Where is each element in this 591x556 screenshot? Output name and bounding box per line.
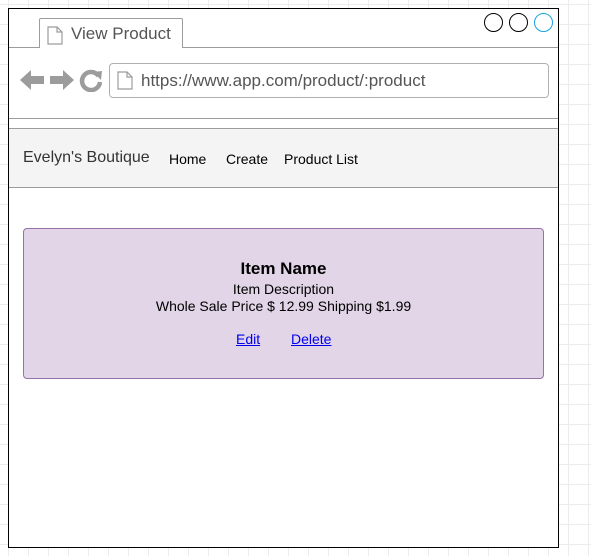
forward-arrow-icon[interactable] [49,68,75,97]
tab-baseline [9,47,39,48]
tab-title: View Product [71,24,171,43]
page-icon [117,71,133,95]
nav-link-home[interactable]: Home [169,151,206,167]
tab-baseline [183,47,558,48]
reload-icon[interactable] [79,68,103,97]
product-price: Whole Sale Price $ 12.99 Shipping $1.99 [155,298,412,314]
product-name: Item Name [240,259,327,278]
nav-link-create[interactable]: Create [226,151,268,167]
back-arrow-icon[interactable] [19,68,45,97]
product-description: Item Description [232,281,335,297]
edit-link[interactable]: Edit [236,331,260,347]
brand-name[interactable]: Evelyn's Boutique [23,149,150,167]
url-text[interactable]: https://www.app.com/product/:product [141,71,425,91]
site-navbar: Evelyn's Boutique Home Create Product Li… [9,128,558,188]
nav-link-product-list[interactable]: Product List [284,151,358,167]
page-icon [47,26,63,50]
toolbar-divider [9,118,558,119]
window-control-button[interactable] [484,13,503,32]
product-card: Item Name Item Description Whole Sale Pr… [23,228,544,379]
browser-tab[interactable]: View Product [39,18,183,48]
window-control-button[interactable] [509,13,528,32]
delete-link[interactable]: Delete [291,331,331,347]
window-control-button-active[interactable] [534,13,553,32]
browser-window: View Product https://www.app.com/product… [8,8,559,548]
address-bar[interactable]: https://www.app.com/product/:product [109,63,549,98]
